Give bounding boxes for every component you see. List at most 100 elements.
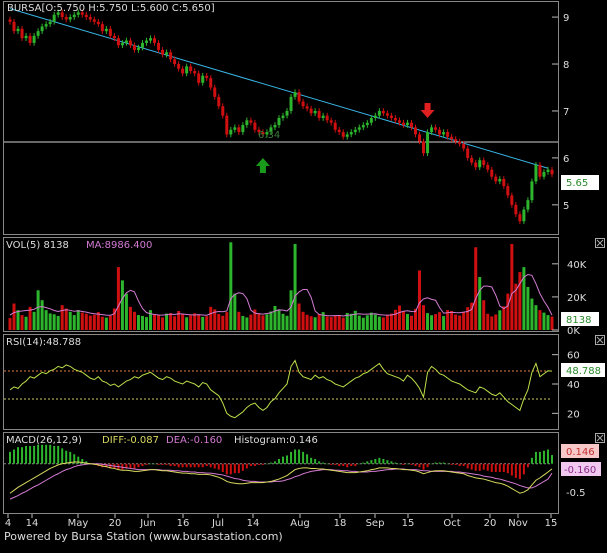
candle-body	[72, 14, 76, 18]
close-volume-panel-button[interactable]	[595, 238, 605, 248]
volume-bar	[108, 315, 112, 330]
price-tick-label: 5	[563, 201, 569, 212]
candle-body	[446, 132, 450, 137]
macd-histogram-bar	[282, 456, 285, 464]
candle-body	[546, 169, 550, 172]
macd-histogram-bar	[265, 463, 268, 465]
volume-bar	[329, 316, 333, 330]
macd-histogram-bar	[398, 463, 401, 465]
macd-histogram-bar	[374, 458, 377, 464]
macd-histogram-bar	[314, 458, 317, 464]
macd-histogram-bar	[286, 455, 289, 464]
macd-histogram-bar	[205, 463, 208, 467]
candle-body	[161, 49, 165, 55]
macd-histogram-bar	[494, 463, 497, 472]
x-tick-label: 14	[247, 518, 260, 529]
volume-bar	[116, 267, 120, 330]
volume-bar	[454, 314, 458, 330]
macd-histogram-bar	[9, 451, 11, 464]
volume-bar	[317, 314, 321, 330]
macd-histogram-bar	[526, 463, 529, 468]
macd-dea-label: DEA:-0.160	[166, 435, 222, 446]
candle-body	[285, 110, 289, 116]
candle-body	[393, 118, 397, 121]
volume-tick-label: 20K	[567, 293, 587, 304]
macd-histogram-bar	[334, 463, 337, 465]
candle-body	[309, 108, 313, 114]
macd-histogram-bar	[406, 463, 409, 465]
volume-bar	[120, 280, 124, 330]
volume-bar	[462, 312, 466, 330]
macd-histogram-bar	[514, 463, 517, 478]
stock-chart: 6.34 9 8 7 6 5 40K 20K 0K 60 40 20 4 14 May 20 Jun 16 Jul…	[3, 1, 605, 529]
volume-bar	[281, 313, 285, 330]
volume-bar	[20, 315, 24, 330]
macd-histogram-bar	[354, 463, 357, 467]
volume-bar	[157, 315, 161, 330]
macd-histogram-bar	[141, 463, 144, 467]
macd-histogram-bar	[249, 463, 252, 467]
volume-bar	[442, 316, 446, 330]
macd-hist-value: 0.146	[566, 447, 595, 458]
macd-histogram-bar	[358, 463, 361, 465]
candle-body	[405, 122, 409, 126]
volume-series	[8, 242, 554, 330]
close-macd-panel-button[interactable]	[595, 433, 605, 443]
macd-histogram-bar	[137, 463, 140, 468]
candle-body	[177, 64, 181, 69]
candle-body	[197, 73, 201, 83]
volume-bar	[458, 315, 462, 330]
rsi-tick-label: 60	[567, 351, 580, 362]
volume-bar	[257, 313, 261, 330]
candle-body	[422, 141, 426, 154]
candle-body	[434, 127, 438, 130]
volume-bar	[389, 313, 393, 330]
macd-histogram-bar	[57, 446, 60, 464]
macd-histogram-bar	[370, 460, 373, 464]
candle-body	[116, 38, 120, 46]
macd-histogram-bar	[209, 463, 212, 468]
candle-body	[369, 118, 373, 123]
x-tick-label: Aug	[290, 518, 310, 529]
x-tick-label: Oct	[443, 518, 460, 529]
volume-bar	[422, 305, 426, 330]
volume-bar	[193, 313, 197, 330]
volume-bar	[341, 317, 345, 330]
volume-bar	[534, 305, 538, 330]
candle-body	[52, 14, 56, 22]
macd-histogram-bar	[551, 455, 553, 464]
candle-body	[68, 17, 72, 20]
volume-bar	[405, 313, 409, 330]
macd-histogram-bar	[21, 447, 24, 464]
close-rsi-panel-button[interactable]	[595, 335, 605, 345]
arrow-up-icon	[255, 158, 270, 173]
macd-histogram-bar	[330, 463, 333, 465]
candle-body	[237, 127, 241, 133]
volume-bar	[530, 298, 534, 330]
volume-bar	[165, 313, 169, 330]
candle-body	[201, 75, 205, 83]
volume-bar	[418, 270, 422, 330]
x-tick-label: 20	[484, 518, 497, 529]
macd-histogram-bar	[290, 451, 293, 464]
price-panel-frame	[3, 1, 559, 235]
volume-bar	[245, 317, 249, 330]
volume-bar	[12, 303, 16, 330]
volume-bar	[132, 311, 136, 330]
candle-body	[185, 66, 189, 74]
candle-body	[409, 122, 413, 128]
macd-histogram-bar	[165, 463, 168, 465]
volume-bar	[153, 314, 157, 330]
volume-bar	[32, 311, 36, 330]
candle-body	[365, 122, 369, 126]
volume-bar	[64, 308, 68, 330]
candle-body	[120, 42, 124, 46]
macd-histogram-bar	[65, 450, 68, 464]
candle-body	[229, 129, 233, 135]
volume-bar	[369, 312, 373, 330]
volume-bar	[385, 315, 389, 330]
macd-histogram-bar	[129, 463, 132, 469]
candle-body	[132, 45, 136, 50]
price-tick-label: 7	[563, 107, 569, 118]
macd-dea-value: -0.160	[564, 465, 596, 476]
